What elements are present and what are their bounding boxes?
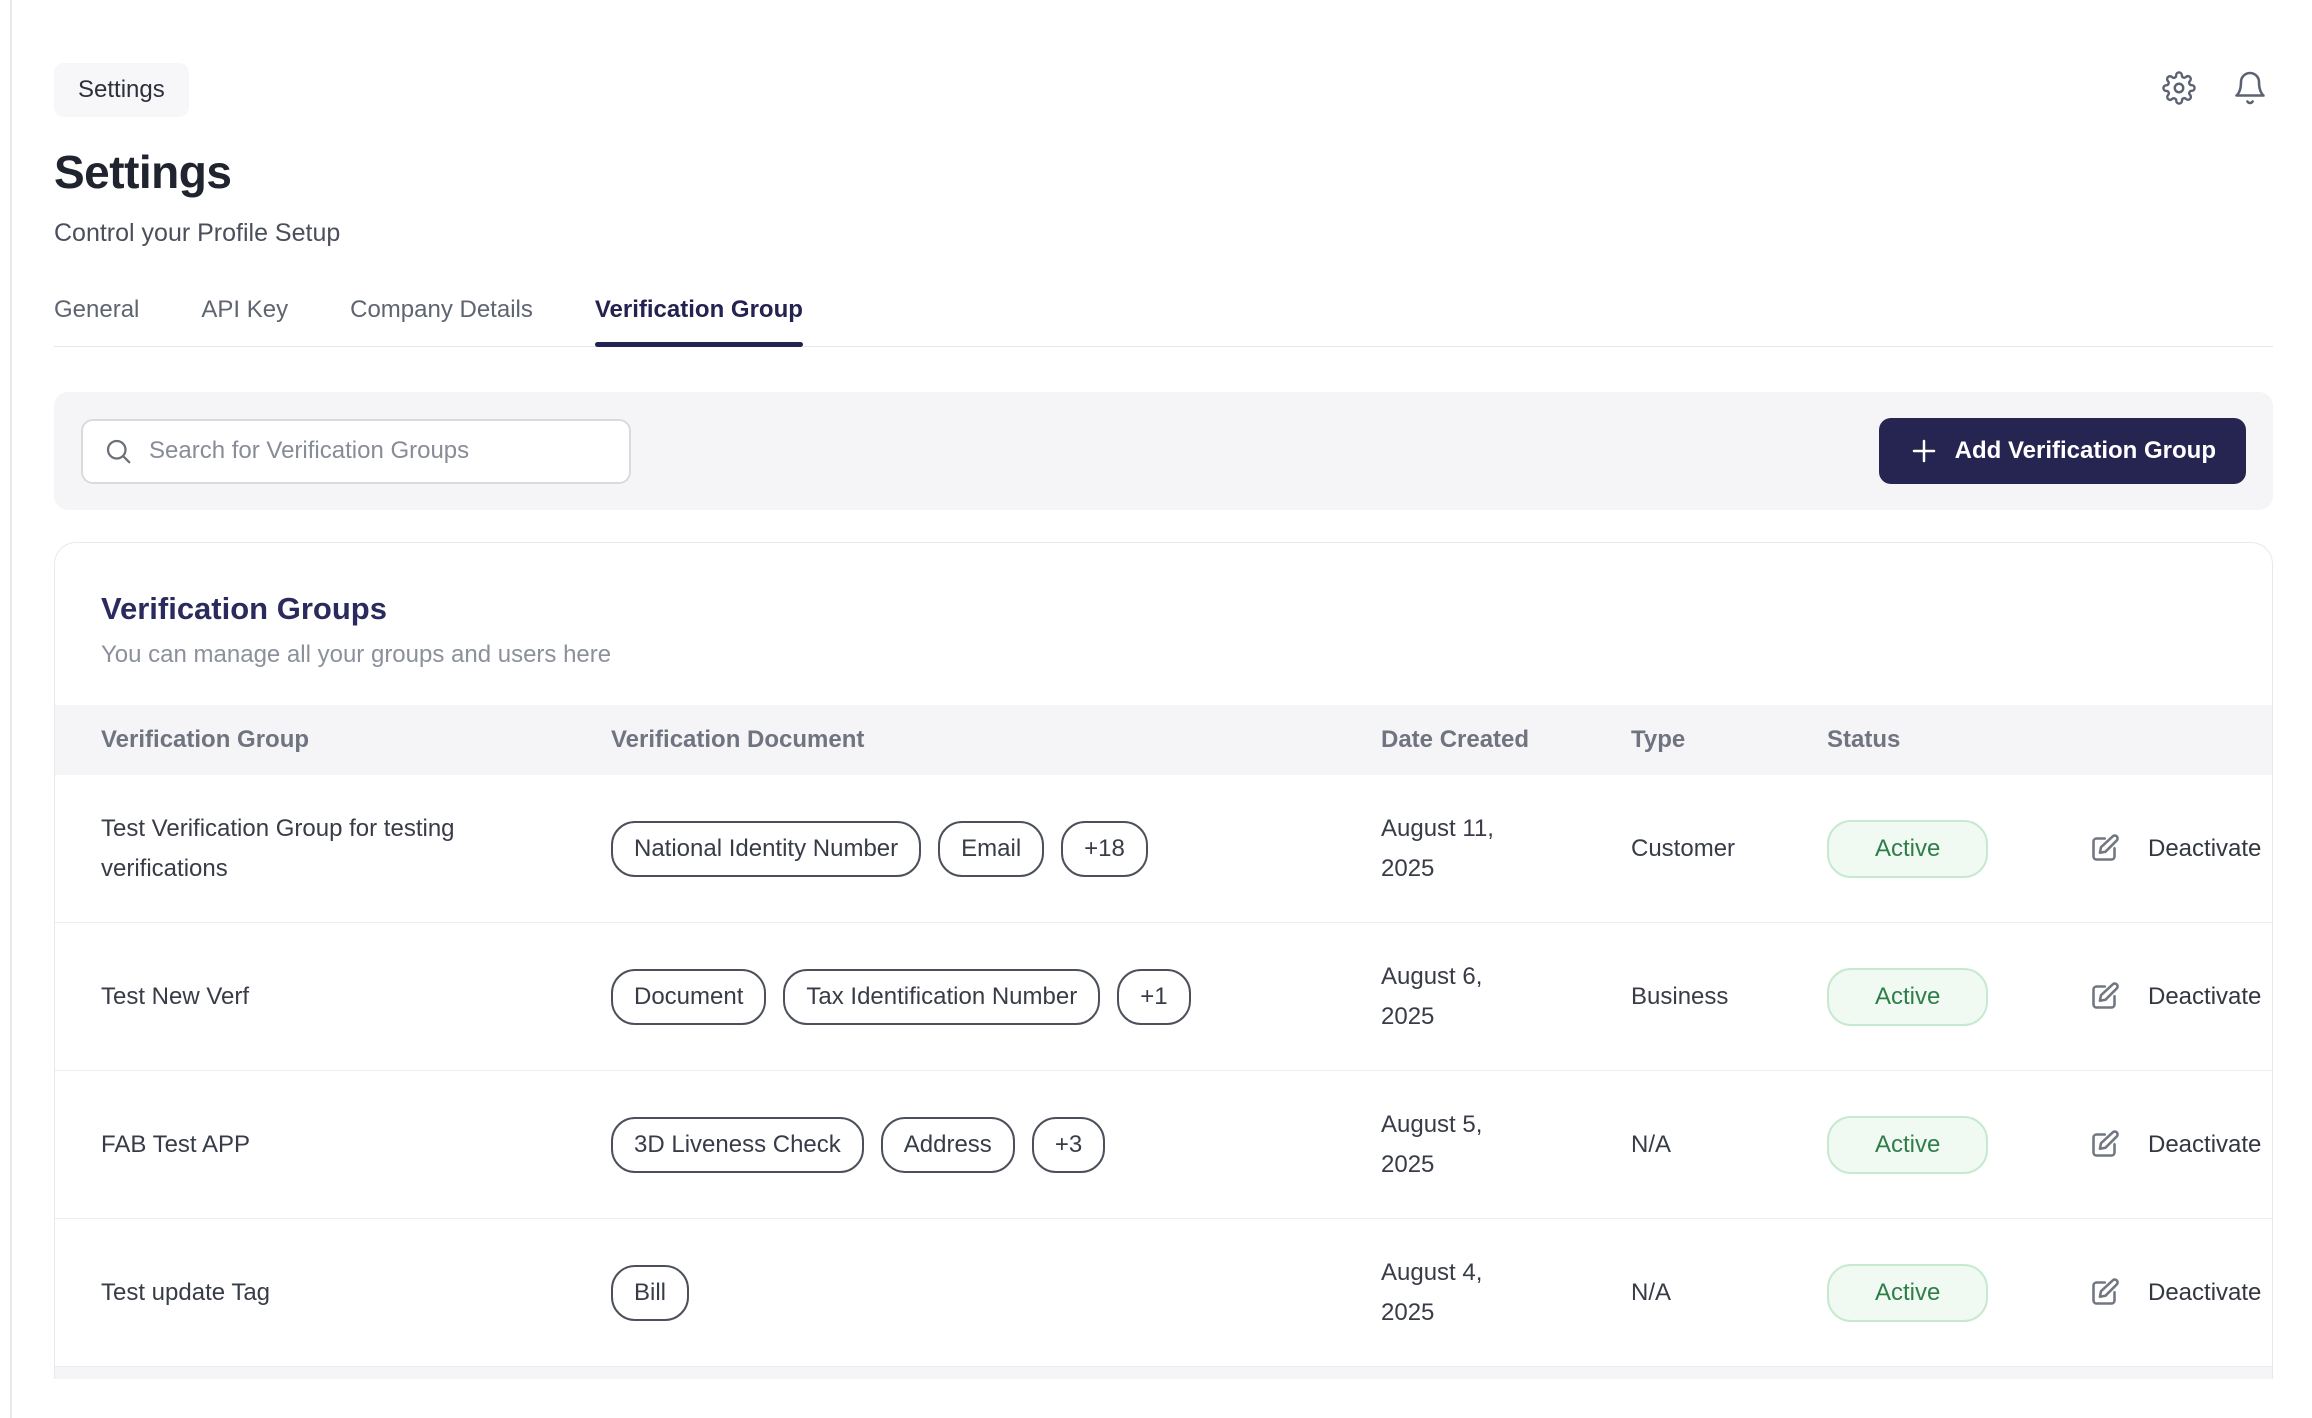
topbar-icons (2162, 70, 2268, 106)
status-cell: Active (1791, 968, 2041, 1026)
table-row: Test update Tag Bill August 4, 2025 N/A … (55, 1219, 2272, 1367)
status-badge: Active (1827, 1116, 1988, 1174)
table-footer-strip (55, 1367, 2272, 1379)
deactivate-button[interactable]: Deactivate (2148, 983, 2261, 1011)
card-subtitle: You can manage all your groups and users… (101, 641, 2226, 669)
group-type: Business (1591, 977, 1791, 1017)
date-created: August 11, 2025 (1341, 809, 1516, 889)
document-tags: 3D Liveness Check Address +3 (611, 1117, 1341, 1173)
group-name: FAB Test APP (55, 1125, 560, 1165)
document-tag: 3D Liveness Check (611, 1117, 864, 1173)
table-row: Test Verification Group for testing veri… (55, 775, 2272, 923)
row-actions: Deactivate (2041, 1275, 2272, 1311)
plus-icon (1909, 436, 1939, 466)
settings-page: Settings Settings Control your Profile S… (0, 0, 2312, 1379)
table-body: Test Verification Group for testing veri… (55, 775, 2272, 1367)
notifications-bell-icon[interactable] (2232, 70, 2268, 106)
document-tag: National Identity Number (611, 821, 921, 877)
row-actions: Deactivate (2041, 979, 2272, 1015)
topbar: Settings (54, 0, 2273, 117)
settings-tabs: General API Key Company Details Verifica… (54, 296, 2273, 347)
add-button-label: Add Verification Group (1955, 437, 2216, 465)
status-badge: Active (1827, 820, 1988, 878)
search-input[interactable] (149, 437, 609, 465)
group-name: Test New Verf (55, 977, 560, 1017)
status-cell: Active (1791, 1116, 2041, 1174)
page-subtitle: Control your Profile Setup (54, 219, 2273, 248)
deactivate-button[interactable]: Deactivate (2148, 1131, 2261, 1159)
status-badge: Active (1827, 1264, 1988, 1322)
edit-icon[interactable] (2086, 831, 2122, 867)
group-type: Customer (1591, 829, 1791, 869)
column-header-verification-document: Verification Document (611, 726, 1341, 754)
document-tag: Bill (611, 1265, 689, 1321)
group-name: Test Verification Group for testing veri… (55, 809, 560, 889)
group-name: Test update Tag (55, 1273, 560, 1313)
column-header-verification-group: Verification Group (55, 726, 611, 754)
document-tag: Tax Identification Number (783, 969, 1100, 1025)
document-tag: Email (938, 821, 1044, 877)
tab-verification-group[interactable]: Verification Group (595, 296, 803, 346)
tab-company-details[interactable]: Company Details (350, 296, 533, 346)
document-tag: Address (881, 1117, 1015, 1173)
deactivate-button[interactable]: Deactivate (2148, 1279, 2261, 1307)
document-tags: Document Tax Identification Number +1 (611, 969, 1341, 1025)
column-header-date-created: Date Created (1341, 726, 1591, 754)
settings-gear-icon[interactable] (2162, 71, 2196, 105)
row-actions: Deactivate (2041, 1127, 2272, 1163)
column-header-type: Type (1591, 726, 1791, 754)
verification-groups-card: Verification Groups You can manage all y… (54, 542, 2273, 1379)
date-created: August 4, 2025 (1341, 1253, 1516, 1333)
column-header-status: Status (1791, 726, 2041, 754)
edit-icon[interactable] (2086, 979, 2122, 1015)
groups-toolbar: Add Verification Group (54, 392, 2273, 510)
edit-icon[interactable] (2086, 1275, 2122, 1311)
document-tags: National Identity Number Email +18 (611, 821, 1341, 877)
table-header-row: Verification Group Verification Document… (55, 705, 2272, 775)
deactivate-button[interactable]: Deactivate (2148, 835, 2261, 863)
table-row: FAB Test APP 3D Liveness Check Address +… (55, 1071, 2272, 1219)
search-icon (103, 436, 133, 466)
status-badge: Active (1827, 968, 1988, 1026)
document-tags: Bill (611, 1265, 1341, 1321)
date-created: August 5, 2025 (1341, 1105, 1516, 1185)
card-header: Verification Groups You can manage all y… (55, 543, 2272, 705)
status-cell: Active (1791, 1264, 2041, 1322)
document-tag: Document (611, 969, 766, 1025)
search-box (81, 419, 631, 484)
document-tag: +3 (1032, 1117, 1105, 1173)
document-tag: +18 (1061, 821, 1148, 877)
table-row: Test New Verf Document Tax Identificatio… (55, 923, 2272, 1071)
page-title: Settings (54, 145, 2273, 199)
row-actions: Deactivate (2041, 831, 2272, 867)
add-verification-group-button[interactable]: Add Verification Group (1879, 418, 2246, 484)
document-tag: +1 (1117, 969, 1190, 1025)
edit-icon[interactable] (2086, 1127, 2122, 1163)
card-title: Verification Groups (101, 591, 2226, 627)
group-type: N/A (1591, 1273, 1791, 1313)
tab-api-key[interactable]: API Key (201, 296, 288, 346)
group-type: N/A (1591, 1125, 1791, 1165)
tab-general[interactable]: General (54, 296, 139, 346)
date-created: August 6, 2025 (1341, 957, 1516, 1037)
status-cell: Active (1791, 820, 2041, 878)
breadcrumb[interactable]: Settings (54, 63, 189, 117)
